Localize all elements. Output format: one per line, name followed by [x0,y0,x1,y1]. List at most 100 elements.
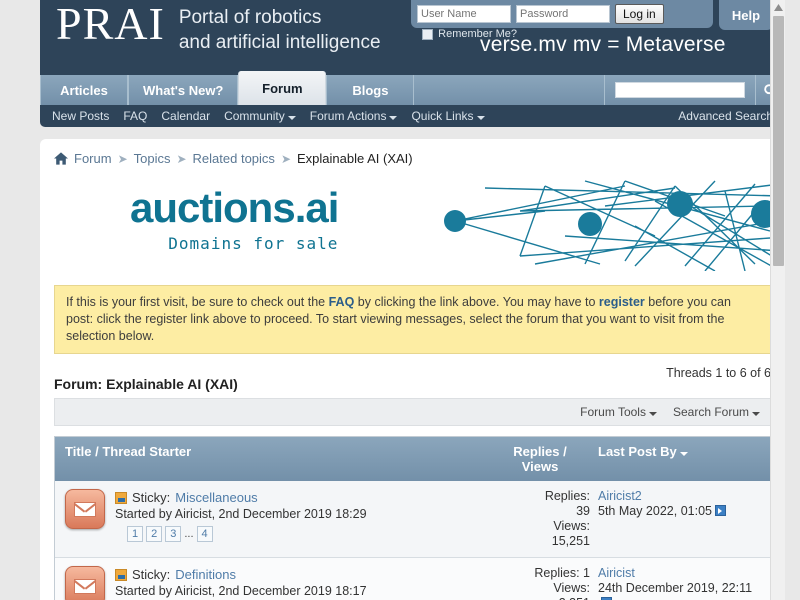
scrollbar-thumb[interactable] [773,16,784,266]
chevron-down-icon [476,116,485,120]
breadcrumb-item-forum[interactable]: Forum [74,151,112,166]
column-header-last-post-by[interactable]: Last Post By [590,444,760,459]
page-viewport: PRAI Portal of robotics and artificial i… [0,0,785,600]
chevron-down-icon [287,116,296,120]
breadcrumb-separator-icon: ➤ [117,151,128,166]
thread-title-link[interactable]: Definitions [175,566,236,583]
home-icon[interactable] [54,152,68,165]
column-header-replies-views[interactable]: Replies / Views [490,444,590,474]
subnav-item-community[interactable]: Community [224,109,296,123]
breadcrumb: Forum ➤ Topics ➤ Related topics ➤ Explai… [40,139,785,172]
password-input[interactable] [516,5,610,23]
register-link[interactable]: register [599,295,645,309]
column-header-last-post-label: Last Post By [598,444,677,459]
search-forum-label: Search Forum [672,405,749,419]
breadcrumb-separator-icon: ➤ [280,151,291,166]
site-tagline: Portal of robotics and artificial intell… [179,5,381,55]
last-post-cell: Airicist 24th December 2019, 22:11 [590,566,760,600]
notice-part-2: by clicking the link above. You may have… [354,295,599,309]
mail-envelope-icon [65,566,105,600]
thread-pagination: 1 2 3 ... 4 [115,526,490,542]
advanced-search-link[interactable]: Advanced Search [678,109,773,123]
secondary-navigation: New Posts FAQ Calendar Community Forum A… [40,105,785,127]
thread-main: Sticky: Definitions Started by Airicist,… [115,566,490,600]
thread-title-link[interactable]: Miscellaneous [175,489,257,506]
first-visit-notice: If this is your first visit, be sure to … [54,285,771,354]
thread-main: Sticky: Miscellaneous Started by Airicis… [115,489,490,549]
tagline-line-2: and artificial intelligence [178,32,381,53]
search-input[interactable] [615,82,745,98]
remember-me-checkbox[interactable] [422,28,434,40]
last-post-date: 24th December 2019, 22:11 [598,581,753,595]
last-poster-link[interactable]: Airicist [598,566,760,581]
tab-whats-new[interactable]: What's New? [128,75,239,105]
subnav-item-new-posts[interactable]: New Posts [52,109,109,123]
page-link-1[interactable]: 1 [127,526,144,542]
thread-starter: Started by Airicist, 2nd December 2019 1… [115,507,367,521]
breadcrumb-item-related-topics[interactable]: Related topics [193,151,275,166]
column-header-views: Views [521,459,559,474]
last-post-cell: Airicist2 5th May 2022, 01:05 [590,489,760,549]
tab-forum[interactable]: Forum [238,71,327,105]
banner-text: auctions.ai Domains for sale [130,184,339,253]
breadcrumb-current: Explainable AI (XAI) [297,151,413,166]
column-header-replies: Replies / [513,444,567,459]
page-link-3[interactable]: 3 [165,526,182,542]
breadcrumb-item-topics[interactable]: Topics [134,151,171,166]
tagline-line-1: Portal of robotics [178,7,322,28]
nav-search-wrap [605,75,755,105]
thread-list-header: Title / Thread Starter Replies / Views L… [55,437,770,481]
sticky-thread-icon [115,568,127,581]
forum-tools-label: Forum Tools [580,405,646,419]
scroll-up-arrow[interactable] [771,0,785,14]
remember-me-group[interactable]: Remember Me? [422,28,517,40]
scroll-up-arrow-icon [774,3,783,11]
page-link-last[interactable]: 4 [196,526,213,542]
subnav-item-faq[interactable]: FAQ [123,109,147,123]
content-card: Forum ➤ Topics ➤ Related topics ➤ Explai… [40,139,785,600]
forum-tools-dropdown[interactable]: Forum Tools [580,405,657,419]
views-label: Views: [553,519,590,533]
column-header-title[interactable]: Title / Thread Starter [65,444,490,459]
login-button[interactable]: Log in [615,4,664,24]
faq-link[interactable]: FAQ [329,295,355,309]
subnav-item-quick-links[interactable]: Quick Links [411,109,485,123]
banner-subtitle: Domains for sale [168,234,339,253]
replies-label: Replies: [544,489,590,503]
thread-list: Title / Thread Starter Replies / Views L… [54,436,771,600]
nav-filler [414,75,605,105]
banner-title: auctions.ai [130,184,339,231]
search-forum-dropdown[interactable]: Search Forum [673,405,760,419]
table-row[interactable]: Sticky: Definitions Started by Airicist,… [55,558,770,600]
site-logo[interactable]: PRAI Portal of robotics and artificial i… [56,1,381,55]
replies-value: 1 [583,566,590,580]
chevron-down-icon [389,116,398,120]
tab-blogs[interactable]: Blogs [326,75,415,105]
banner-ad[interactable]: auctions.ai Domains for sale [40,176,785,271]
help-button[interactable]: Help [719,0,773,30]
vertical-scrollbar[interactable] [770,0,785,600]
views-label: Views: [553,581,590,595]
username-input[interactable] [417,5,511,23]
chevron-down-icon [752,412,760,416]
subnav-item-forum-actions[interactable]: Forum Actions [310,109,398,123]
page-title: Forum: Explainable AI (XAI) [54,376,238,392]
replies-views-cell: Replies: 1 Views: 2,351 [490,566,590,600]
last-poster-link[interactable]: Airicist2 [598,489,760,504]
notice-part-1: If this is your first visit, be sure to … [66,295,329,309]
replies-views-cell: Replies: 39 Views: 15,251 [490,489,590,549]
mail-envelope-icon [65,489,105,529]
sort-descending-icon [679,452,688,456]
network-graph-decoration [444,180,781,271]
replies-label: Replies: [534,566,580,580]
thread-starter: Started by Airicist, 2nd December 2019 1… [115,584,367,598]
thread-count: Threads 1 to 6 of 6 [666,366,771,380]
tab-articles[interactable]: Articles [40,75,128,105]
table-row[interactable]: Sticky: Miscellaneous Started by Airicis… [55,481,770,558]
page-ellipsis: ... [184,528,194,540]
subnav-item-calendar[interactable]: Calendar [161,109,210,123]
breadcrumb-separator-icon: ➤ [176,151,187,166]
replies-value: 39 [576,504,590,518]
go-to-last-post-icon[interactable] [714,505,726,516]
page-link-2[interactable]: 2 [146,526,163,542]
